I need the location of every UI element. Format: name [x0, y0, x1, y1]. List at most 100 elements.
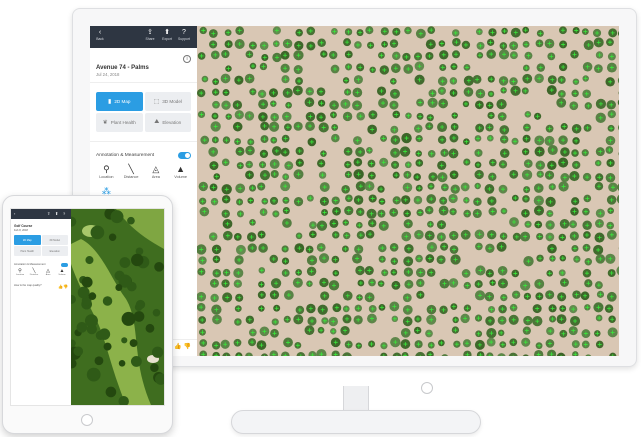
info-icon[interactable]: i [183, 55, 191, 63]
back-button[interactable]: ‹ Back [92, 29, 108, 41]
tree [129, 339, 138, 347]
support-label: Support [178, 37, 190, 41]
volume-icon: ▲ [176, 164, 186, 174]
tree [85, 256, 94, 265]
tablet-home-button[interactable] [81, 414, 93, 426]
tree [145, 323, 155, 333]
tablet-layer-plant-health-button[interactable]: Plant Health [14, 246, 41, 256]
golf-course-map[interactable] [71, 209, 164, 405]
tree [154, 261, 164, 272]
ruler-icon: ╲ [128, 164, 134, 174]
tablet-layer-2d-map-button[interactable]: 2D Map [14, 235, 41, 245]
tool-distance[interactable]: ╲ Distance [119, 164, 144, 179]
tool-label: Volume [174, 175, 187, 179]
layer-label: Plant Health [110, 120, 136, 125]
tree [94, 356, 104, 366]
cube-icon: ⬚ [153, 99, 160, 105]
export-button[interactable]: ⬆ Export [159, 29, 175, 41]
feedback-buttons: 👍 👎 [174, 343, 191, 350]
tree [73, 346, 84, 357]
back-arrow-icon[interactable]: ‹ [14, 211, 15, 216]
tree [90, 225, 105, 240]
share-icon[interactable]: ⇪ [47, 211, 50, 216]
layer-selector: ▮ 2D Map ⬚ 3D Model ❦ Plant Health ⛰ Ele… [90, 88, 197, 136]
tree [81, 276, 93, 288]
monitor-stand-base [231, 410, 481, 434]
tree [110, 210, 124, 224]
tree [135, 299, 146, 310]
tool-location[interactable]: ⚲ Location [94, 164, 119, 179]
leaf-icon: ❦ [102, 120, 108, 126]
tree [152, 308, 161, 317]
tablet-device: ‹ ⇪ ⬆ ? Golf Course Feb 8, 2018 2D Map 3… [2, 195, 173, 434]
tool-volume[interactable]: ▲ Volume [168, 164, 193, 179]
tree [77, 286, 90, 299]
tablet-project-title: Golf Course [14, 224, 33, 228]
layer-plant-health-button[interactable]: ❦ Plant Health [96, 113, 143, 132]
share-button[interactable]: ⇪ Share [142, 29, 158, 41]
tablet-quality-feedback: How is the map quality? 👍👎 [11, 278, 71, 289]
tablet-quality-question: How is the map quality? [14, 284, 42, 287]
map-icon: ▮ [108, 99, 112, 105]
tablet-tool-volume[interactable]: ▲ Volume [55, 268, 69, 276]
layer-label: 3D Model [162, 99, 182, 104]
tablet-screen: ‹ ⇪ ⬆ ? Golf Course Feb 8, 2018 2D Map 3… [10, 208, 165, 406]
elevation-icon: ⛰ [154, 119, 160, 125]
annotation-label: Annotation & Measurement [96, 153, 155, 158]
support-icon: ? [182, 29, 186, 36]
layer-2d-map-button[interactable]: ▮ 2D Map [96, 92, 143, 111]
thumbs-up-icon[interactable]: 👍 [174, 344, 181, 350]
tablet-tool-location[interactable]: ⚲ Location [13, 268, 27, 276]
back-label: Back [96, 37, 104, 41]
tablet-toolbar: ‹ ⇪ ⬆ ? [11, 209, 71, 219]
tree [84, 314, 98, 328]
tree [103, 342, 112, 351]
tree [88, 292, 97, 301]
orchard-map[interactable] [197, 26, 619, 356]
pin-icon: ⚲ [103, 164, 110, 174]
tool-area[interactable]: ◬ Area [144, 164, 169, 179]
export-icon: ⬆ [164, 29, 170, 36]
layer-3d-model-button[interactable]: ⬚ 3D Model [144, 92, 191, 111]
tablet-annotation-header: Annotation & Measurement [11, 259, 71, 267]
divider [90, 82, 197, 83]
share-label: Share [145, 37, 155, 41]
support-icon[interactable]: ? [63, 211, 65, 216]
tablet-sidebar: ‹ ⇪ ⬆ ? Golf Course Feb 8, 2018 2D Map 3… [11, 209, 72, 405]
area-icon: ◬ [152, 164, 160, 174]
thumbs-down-icon[interactable]: 👎 [63, 284, 68, 289]
tablet-layer-elevation-button[interactable]: Elevation [41, 246, 68, 256]
tree [131, 253, 144, 267]
tablet-tool-area[interactable]: ◬ Area [41, 268, 55, 276]
tree [98, 328, 111, 340]
layer-label: 2D Map [114, 99, 131, 104]
tablet-annotation-toggle[interactable] [61, 263, 68, 267]
export-icon[interactable]: ⬆ [55, 211, 58, 216]
thumbs-down-icon[interactable]: 👎 [184, 344, 191, 350]
monitor-stand-neck [343, 386, 369, 413]
tree [118, 359, 126, 367]
tree [151, 346, 164, 358]
power-button[interactable] [421, 382, 433, 394]
tree [76, 322, 88, 333]
layer-elevation-button[interactable]: ⛰ Elevation [144, 113, 191, 132]
tree [150, 363, 159, 372]
tablet-layer-selector: 2D Map 3D Model Plant Health Elevation [11, 232, 71, 259]
project-header: Avenue 74 - Palms i [90, 48, 197, 71]
support-button[interactable]: ? Support [176, 29, 192, 41]
tablet-layer-3d-model-button[interactable]: 3D Model [41, 235, 68, 245]
tree [119, 257, 131, 268]
annotation-toggle[interactable] [178, 152, 191, 159]
orchard-map-canvas [197, 26, 619, 356]
tablet-annotation-label: Annotation & Measurement [14, 263, 46, 266]
tool-label: Location [99, 175, 114, 179]
tool-label: Distance [123, 175, 139, 179]
share-icon: ⇪ [147, 29, 153, 36]
tablet-tool-distance[interactable]: ╲ Distance [27, 268, 41, 276]
annotation-header: Annotation & Measurement [90, 147, 197, 160]
tree [105, 386, 117, 398]
tree [102, 296, 113, 306]
tree [88, 367, 101, 380]
tree [121, 311, 136, 326]
tree [121, 337, 128, 344]
